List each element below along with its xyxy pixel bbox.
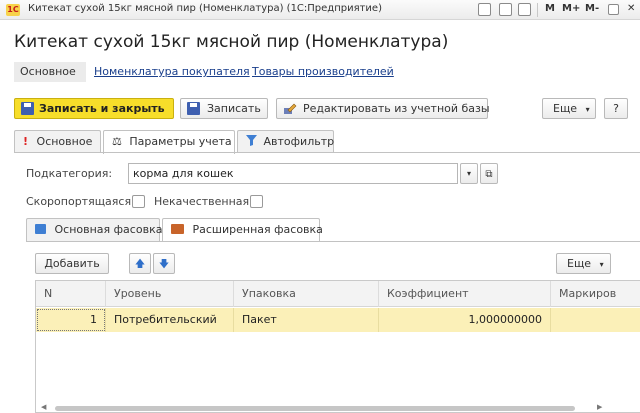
table-row[interactable]: 1 Потребительский Пакет 1,000000000 bbox=[36, 308, 640, 332]
more-label: Еще bbox=[553, 102, 578, 115]
column-header-marking[interactable]: Маркиров bbox=[551, 281, 640, 307]
tab-accounting-params-label: Параметры учета bbox=[129, 135, 232, 148]
cell-packaging[interactable]: Пакет bbox=[234, 308, 379, 332]
nav-item-main[interactable]: Основное bbox=[14, 62, 86, 82]
move-down-button[interactable]: 🡇 bbox=[153, 253, 175, 274]
subtab-extended-packing[interactable]: Расширенная фасовка bbox=[162, 218, 323, 242]
tab-autofilter-label: Автофильтр bbox=[263, 135, 335, 148]
add-row-label: Добавить bbox=[44, 257, 100, 270]
column-header-coefficient[interactable]: Коэффициент bbox=[379, 281, 551, 307]
dropdown-arrow-icon: ▾ bbox=[466, 169, 471, 178]
boxes-icon bbox=[171, 224, 184, 234]
scroll-right-icon[interactable]: ▶ bbox=[597, 403, 602, 411]
arrow-down-icon: 🡇 bbox=[158, 259, 170, 270]
tab-main-label: Основное bbox=[36, 135, 93, 148]
column-header-level[interactable]: Уровень bbox=[106, 281, 234, 307]
scrollbar-thumb[interactable] bbox=[55, 406, 575, 411]
packing-table[interactable]: N Уровень Упаковка Коэффициент Маркиров … bbox=[35, 280, 640, 413]
save-and-close-label: Записать и закрыть bbox=[39, 102, 165, 115]
subtabs-divider bbox=[26, 241, 640, 242]
column-header-packaging[interactable]: Упаковка bbox=[234, 281, 379, 307]
edit-pencil-icon bbox=[284, 103, 297, 114]
dropdown-arrow-icon: ▾ bbox=[599, 260, 604, 269]
restore-window-icon[interactable] bbox=[608, 4, 619, 15]
close-window-icon[interactable]: ✕ bbox=[627, 3, 635, 14]
tab-autofilter[interactable]: Автофильтр bbox=[237, 130, 334, 153]
table-more-label: Еще bbox=[567, 257, 592, 270]
table-more-button[interactable]: Еще ▾ bbox=[556, 253, 611, 274]
tabs-divider bbox=[14, 152, 640, 153]
cell-marking[interactable] bbox=[551, 308, 640, 332]
subcategory-dropdown-button[interactable]: ▾ bbox=[460, 163, 478, 184]
box-icon bbox=[35, 224, 46, 234]
more-menu-button[interactable]: Еще ▾ bbox=[542, 98, 596, 119]
subtab-basic-packing-label: Основная фасовка bbox=[54, 223, 163, 236]
subcategory-open-button[interactable]: ⧉ bbox=[480, 163, 498, 184]
exclamation-icon: ! bbox=[23, 135, 29, 148]
funnel-icon bbox=[246, 135, 257, 146]
table-header: N Уровень Упаковка Коэффициент Маркиров bbox=[36, 281, 640, 307]
arrow-up-icon: 🡅 bbox=[134, 259, 146, 270]
save-and-close-button[interactable]: Записать и закрыть bbox=[14, 98, 174, 119]
edit-from-base-label: Редактировать из учетной базы bbox=[303, 102, 490, 115]
cell-level[interactable]: Потребительский bbox=[106, 308, 234, 332]
subcategory-input[interactable]: корма для кошек bbox=[128, 163, 458, 184]
move-up-button[interactable]: 🡅 bbox=[129, 253, 151, 274]
subtab-extended-packing-label: Расширенная фасовка bbox=[192, 223, 323, 236]
window-title: Китекат сухой 15кг мясной пир (Номенклат… bbox=[28, 3, 382, 14]
help-label: ? bbox=[613, 102, 619, 115]
add-row-button[interactable]: Добавить bbox=[35, 253, 109, 274]
subtab-basic-packing[interactable]: Основная фасовка bbox=[26, 218, 163, 241]
dropdown-arrow-icon: ▾ bbox=[585, 105, 590, 114]
edit-from-base-button[interactable]: Редактировать из учетной базы bbox=[276, 98, 490, 119]
perishable-checkbox[interactable] bbox=[132, 195, 145, 208]
column-header-n[interactable]: N bbox=[36, 281, 106, 307]
scales-icon: ⚖ bbox=[112, 135, 122, 148]
save-button[interactable]: Записать bbox=[180, 98, 268, 119]
calculator-icon[interactable] bbox=[499, 3, 512, 16]
nav-item-customer-nomenclature[interactable]: Номенклатура покупателя bbox=[94, 62, 250, 82]
perishable-label: Скоропортящаяся: bbox=[26, 195, 135, 208]
tab-accounting-params[interactable]: ⚖ Параметры учета bbox=[103, 130, 235, 154]
memory-subtract-button[interactable]: M- bbox=[585, 3, 599, 14]
save-icon bbox=[187, 102, 200, 115]
window-titlebar: 1С Китекат сухой 15кг мясной пир (Номенк… bbox=[0, 0, 640, 20]
row-focus-frame bbox=[37, 309, 105, 331]
print-icon[interactable] bbox=[478, 3, 491, 16]
memory-add-button[interactable]: M+ bbox=[562, 3, 580, 14]
substandard-label: Некачественная: bbox=[154, 195, 253, 208]
main-tabs: ! Основное ⚖ Параметры учета Автофильтр bbox=[14, 130, 640, 154]
substandard-checkbox[interactable] bbox=[250, 195, 263, 208]
cell-coefficient[interactable]: 1,000000000 bbox=[379, 308, 551, 332]
scroll-left-icon[interactable]: ◀ bbox=[41, 403, 46, 411]
open-item-icon: ⧉ bbox=[485, 169, 493, 180]
calendar-icon[interactable] bbox=[518, 3, 531, 16]
subcategory-label: Подкатегория: bbox=[26, 167, 113, 180]
app-logo-icon: 1С bbox=[6, 4, 20, 16]
nav-item-manufacturer-goods[interactable]: Товары производителей bbox=[252, 62, 394, 82]
save-icon bbox=[21, 102, 34, 115]
form-title: Китекат сухой 15кг мясной пир (Номенклат… bbox=[14, 32, 449, 52]
memory-button[interactable]: M bbox=[545, 3, 555, 14]
save-label: Записать bbox=[207, 102, 261, 115]
horizontal-scrollbar[interactable]: ◀ ▶ bbox=[35, 402, 610, 413]
titlebar-separator bbox=[537, 3, 538, 17]
tab-main[interactable]: ! Основное bbox=[14, 130, 101, 153]
help-button[interactable]: ? bbox=[604, 98, 628, 119]
